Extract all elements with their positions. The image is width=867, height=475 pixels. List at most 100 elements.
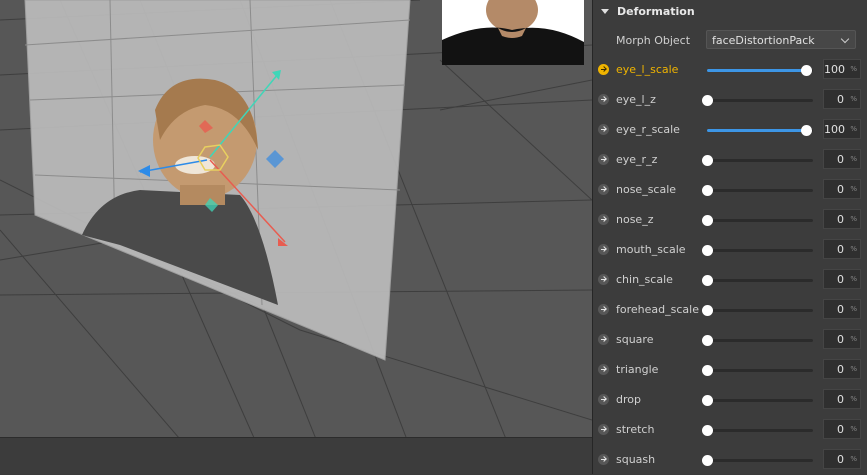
param-slider[interactable] <box>702 185 813 196</box>
param-slider[interactable] <box>702 155 813 166</box>
slider-knob[interactable] <box>702 425 713 436</box>
param-value-field[interactable]: 0% <box>823 89 861 109</box>
keyframe-arrow-icon[interactable] <box>598 214 609 225</box>
slider-knob[interactable] <box>702 185 713 196</box>
percent-unit: % <box>850 365 857 373</box>
param-value-field[interactable]: 0% <box>823 269 861 289</box>
keyframe-arrow-icon[interactable] <box>598 304 609 315</box>
scene-canvas[interactable] <box>0 0 592 474</box>
percent-unit: % <box>850 95 857 103</box>
param-value: 0 <box>837 303 844 316</box>
param-value: 0 <box>837 453 844 466</box>
slider-knob[interactable] <box>702 455 713 466</box>
param-value-field[interactable]: 0% <box>823 419 861 439</box>
slider-knob[interactable] <box>800 125 812 136</box>
keyframe-arrow-icon[interactable] <box>598 184 609 195</box>
morph-object-dropdown[interactable]: faceDistortionPack <box>706 30 856 49</box>
morph-object-label: Morph Object <box>616 34 691 47</box>
percent-unit: % <box>850 155 857 163</box>
keyframe-arrow-icon[interactable] <box>598 244 609 255</box>
param-value-field[interactable]: 0% <box>823 329 861 349</box>
keyframe-arrow-icon[interactable] <box>598 124 609 135</box>
morph-object-value: faceDistortionPack <box>712 34 815 47</box>
keyframe-arrow-icon[interactable] <box>598 424 609 435</box>
slider-fill <box>707 129 806 132</box>
param-slider[interactable] <box>707 65 813 76</box>
slider-knob[interactable] <box>702 155 713 166</box>
scene-viewport[interactable] <box>0 0 592 474</box>
slider-knob[interactable] <box>702 365 713 376</box>
param-value: 0 <box>837 153 844 166</box>
param-value-field[interactable]: 0% <box>823 149 861 169</box>
param-row-nose-z: nose_z 0% <box>593 205 867 235</box>
param-value-field[interactable]: 100% <box>823 59 861 79</box>
keyframe-arrow-icon[interactable] <box>598 94 609 105</box>
collapse-triangle-icon[interactable] <box>601 8 609 14</box>
keyframe-arrow-icon[interactable] <box>598 274 609 285</box>
param-label: mouth_scale <box>616 243 686 256</box>
param-slider[interactable] <box>702 275 813 286</box>
param-slider[interactable] <box>702 95 813 106</box>
percent-unit: % <box>850 305 857 313</box>
param-label: eye_l_z <box>616 93 656 106</box>
deformation-section-header[interactable]: Deformation <box>593 0 867 22</box>
param-value-field[interactable]: 0% <box>823 239 861 259</box>
param-label: triangle <box>616 363 659 376</box>
param-slider[interactable] <box>702 395 813 406</box>
param-row-chin-scale: chin_scale 0% <box>593 265 867 295</box>
param-label: square <box>616 333 654 346</box>
param-slider[interactable] <box>702 215 813 226</box>
slider-knob[interactable] <box>702 245 713 256</box>
param-label: chin_scale <box>616 273 673 286</box>
keyframe-arrow-icon[interactable] <box>598 364 609 375</box>
param-value: 100 <box>824 123 845 136</box>
param-slider[interactable] <box>702 245 813 256</box>
param-slider[interactable] <box>702 335 813 346</box>
param-slider[interactable] <box>702 455 813 466</box>
param-value: 0 <box>837 393 844 406</box>
param-value-field[interactable]: 100% <box>823 119 861 139</box>
param-value-field[interactable]: 0% <box>823 299 861 319</box>
slider-knob[interactable] <box>702 215 713 226</box>
percent-unit: % <box>850 425 857 433</box>
param-value-field[interactable]: 0% <box>823 449 861 469</box>
percent-unit: % <box>850 395 857 403</box>
camera-preview <box>442 0 584 65</box>
keyframe-arrow-icon[interactable] <box>598 64 609 75</box>
keyframe-arrow-icon[interactable] <box>598 394 609 405</box>
slider-knob[interactable] <box>800 65 812 76</box>
percent-unit: % <box>850 455 857 463</box>
param-row-squash: squash 0% <box>593 445 867 475</box>
param-slider[interactable] <box>702 425 813 436</box>
param-value-field[interactable]: 0% <box>823 389 861 409</box>
param-value: 100 <box>824 63 845 76</box>
param-value-field[interactable]: 0% <box>823 359 861 379</box>
slider-knob[interactable] <box>702 305 713 316</box>
param-slider[interactable] <box>702 305 813 316</box>
viewport-status-bar <box>0 437 592 474</box>
param-value-field[interactable]: 0% <box>823 179 861 199</box>
param-value-field[interactable]: 0% <box>823 209 861 229</box>
param-row-square: square 0% <box>593 325 867 355</box>
keyframe-arrow-icon[interactable] <box>598 154 609 165</box>
param-row-eye-r-z: eye_r_z 0% <box>593 145 867 175</box>
section-title: Deformation <box>617 4 695 18</box>
chevron-down-icon <box>840 34 850 44</box>
param-row-stretch: stretch 0% <box>593 415 867 445</box>
slider-knob[interactable] <box>702 95 713 106</box>
slider-knob[interactable] <box>702 335 713 346</box>
param-label: eye_r_z <box>616 153 658 166</box>
param-label: eye_l_scale <box>616 63 679 76</box>
slider-knob[interactable] <box>702 275 713 286</box>
keyframe-arrow-icon[interactable] <box>598 334 609 345</box>
param-value: 0 <box>837 183 844 196</box>
param-row-eye-l-z: eye_l_z 0% <box>593 85 867 115</box>
webcam-preview-person <box>442 0 584 65</box>
percent-unit: % <box>850 335 857 343</box>
keyframe-arrow-icon[interactable] <box>598 454 609 465</box>
slider-knob[interactable] <box>702 395 713 406</box>
param-slider[interactable] <box>702 365 813 376</box>
param-row-forehead-scale: forehead_scale 0% <box>593 295 867 325</box>
param-slider[interactable] <box>707 125 813 136</box>
morph-object-row: Morph Object faceDistortionPack <box>593 28 867 52</box>
